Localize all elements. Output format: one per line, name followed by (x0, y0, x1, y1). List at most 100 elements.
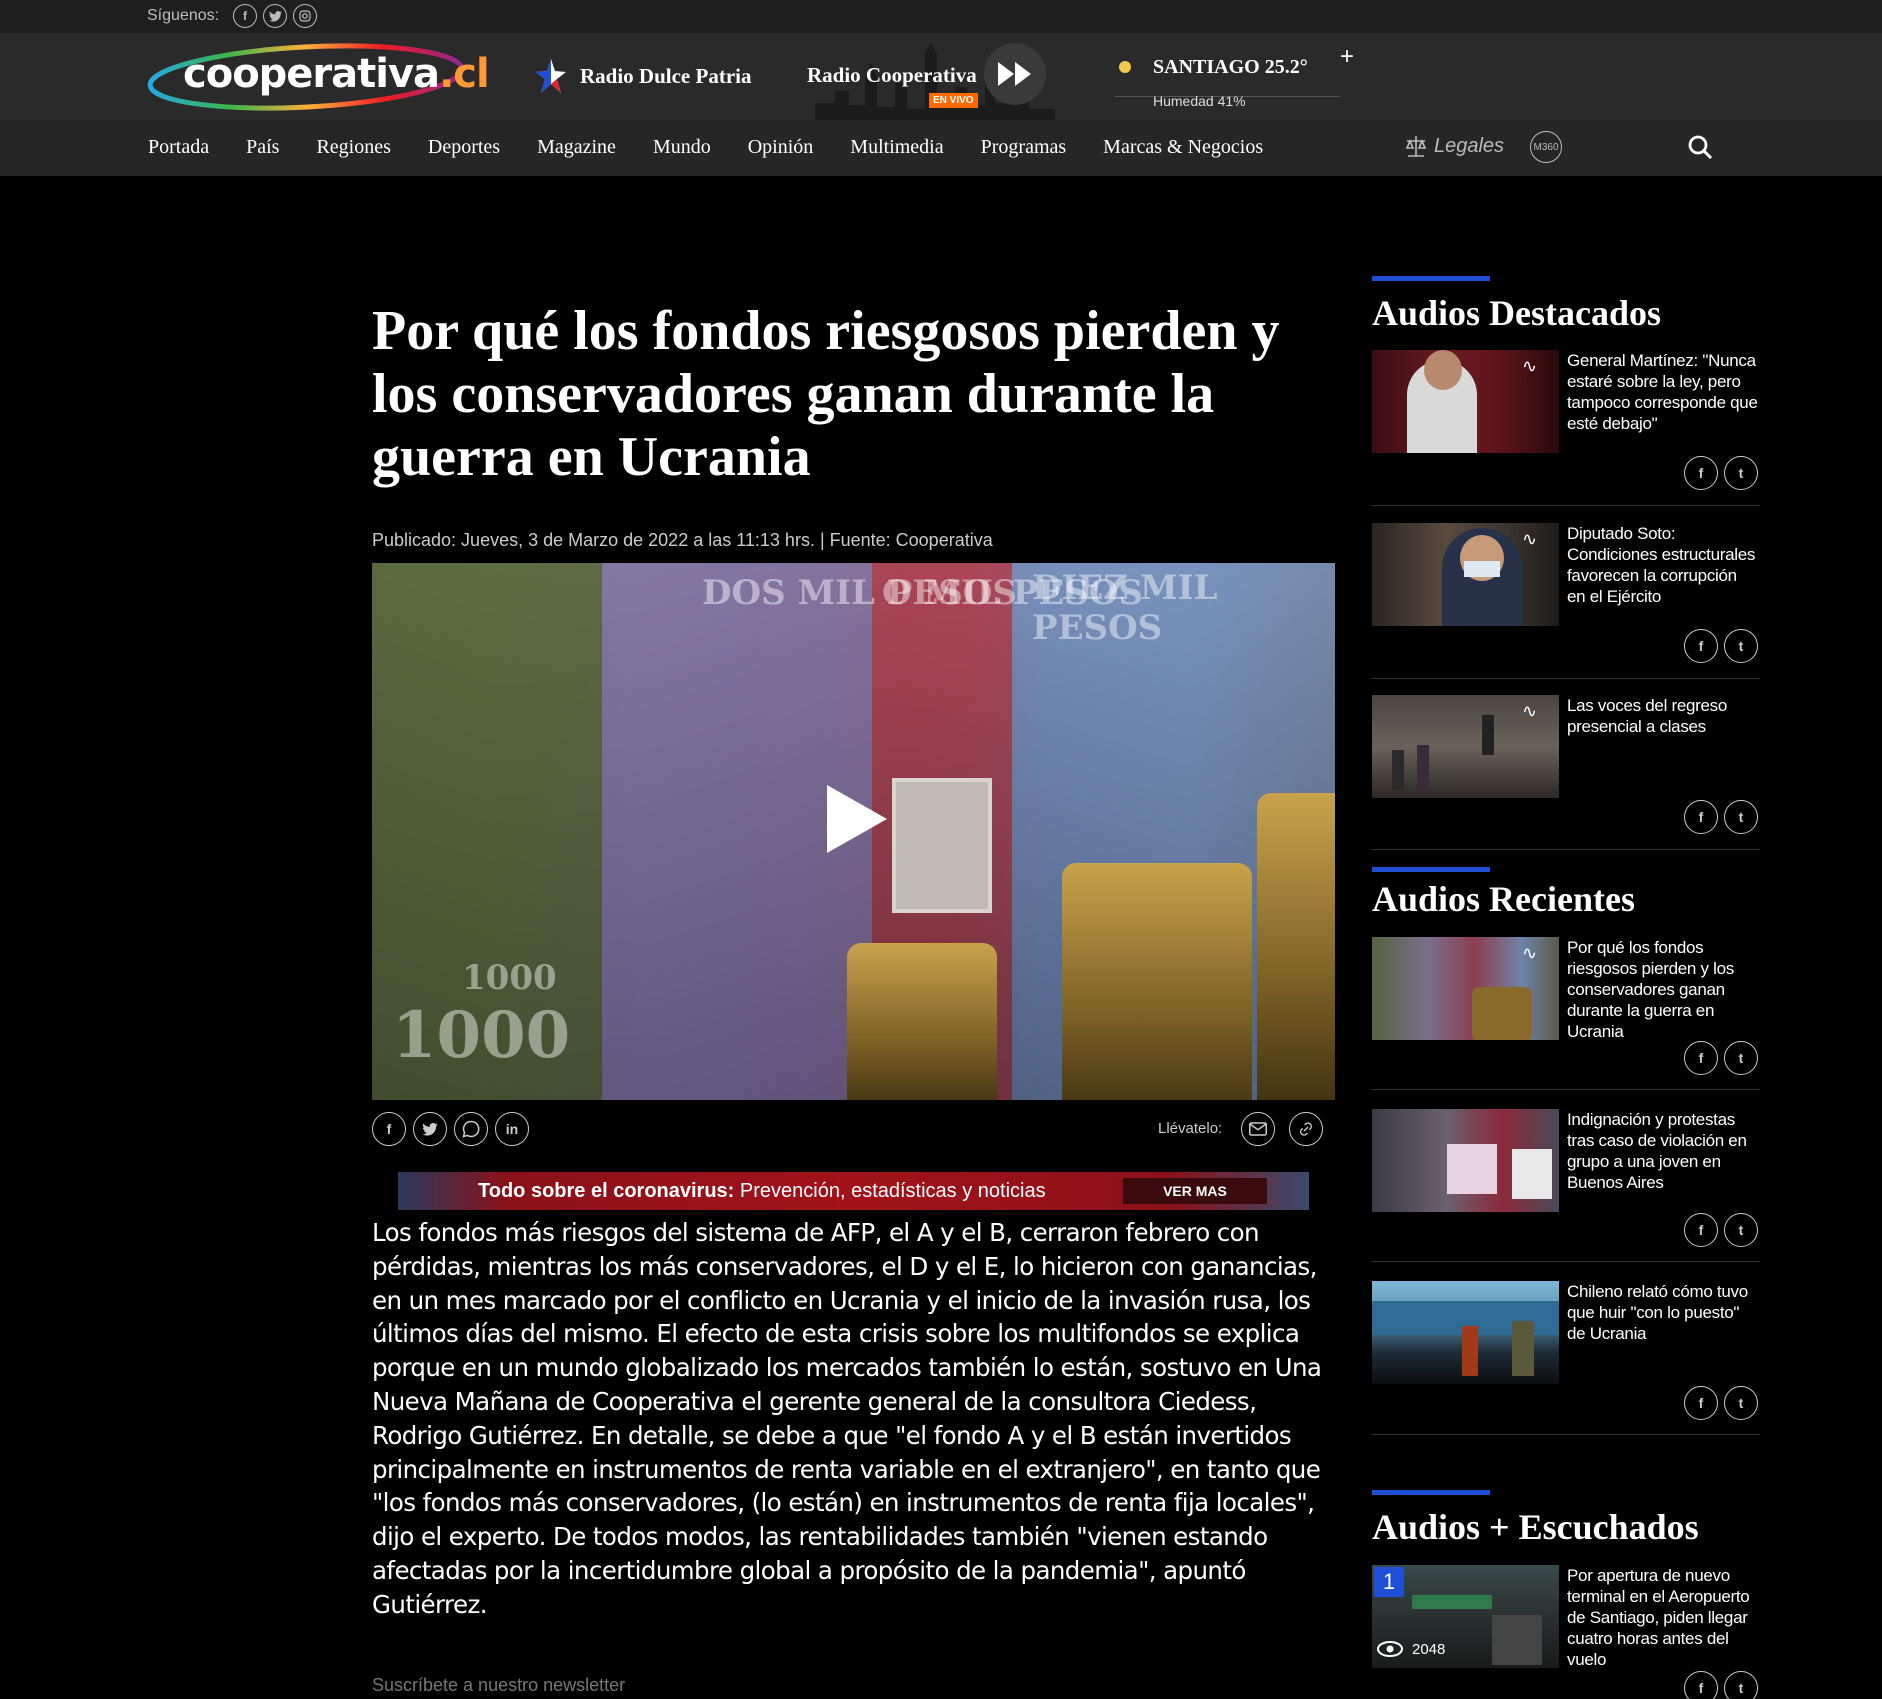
twitter-icon[interactable]: t (1724, 1041, 1758, 1075)
fast-forward-icon (998, 62, 1031, 86)
view-count: 2048 (1376, 1640, 1445, 1658)
article-share-row: f in Llévatelo: (372, 1112, 1335, 1148)
weather-city-temp: SANTIAGO 25.2° (1153, 56, 1308, 78)
follow-label: Síguenos: (147, 7, 220, 24)
article-video-player[interactable]: DOS MIL PESOS O MIL PESOS DIEZ MIL PESOS… (372, 563, 1335, 1100)
audio-item[interactable]: ∿ Por qué los fondos riesgosos pierden y… (1372, 937, 1760, 1090)
nav-item-pais[interactable]: País (246, 136, 279, 159)
instagram-icon[interactable] (293, 4, 317, 28)
facebook-icon[interactable]: f (1684, 1041, 1718, 1075)
twitter-icon[interactable]: t (1724, 1386, 1758, 1420)
audio-title[interactable]: Chileno relató cómo tuvo que huir "con l… (1567, 1281, 1759, 1344)
twitter-icon[interactable]: t (1724, 800, 1758, 834)
star-icon (536, 59, 566, 93)
audio-title[interactable]: Indignación y protestas tras caso de vio… (1567, 1109, 1759, 1193)
live-badge: EN VIVO (929, 93, 978, 108)
facebook-icon[interactable]: f (1684, 800, 1718, 834)
twitter-icon[interactable]: t (1724, 456, 1758, 490)
article-headline: Por qué los fondos riesgosos pierden y l… (372, 300, 1280, 488)
video-coin-stack (1257, 793, 1335, 1100)
search-button[interactable] (1687, 134, 1713, 165)
video-bill-portrait (892, 778, 992, 913)
audio-thumbnail (1372, 1281, 1559, 1384)
facebook-icon[interactable]: f (1684, 1213, 1718, 1247)
video-coin-stack (1062, 863, 1252, 1100)
newsletter-link[interactable]: Suscríbete a nuestro newsletter (372, 1675, 625, 1696)
audio-wave-icon: ∿ (1522, 943, 1538, 963)
weather-expand-button[interactable]: + (1340, 43, 1354, 71)
audio-item[interactable]: ∿ General Martínez: "Nunca estaré sobre … (1372, 350, 1760, 506)
legales-label: Legales (1434, 134, 1505, 157)
site-logo[interactable]: cooperativa.cl (183, 51, 490, 97)
site-header: cooperativa.cl Radio Dulce Patria Radio … (0, 33, 1882, 120)
main-nav: Portada País Regiones Deportes Magazine … (0, 120, 1882, 176)
top-bar: Síguenos: f (0, 0, 1882, 33)
twitter-icon[interactable] (413, 1112, 447, 1146)
legales-link[interactable]: Legales (1404, 134, 1504, 158)
audio-item[interactable]: ∿ Diputado Soto: Condiciones estructural… (1372, 523, 1760, 679)
audio-thumbnail (1372, 1109, 1559, 1212)
audio-item[interactable]: Chileno relató cómo tuvo que huir "con l… (1372, 1281, 1760, 1435)
twitter-icon[interactable]: t (1724, 1671, 1758, 1699)
radio-cooperativa-link[interactable]: Radio Cooperativa (807, 63, 977, 88)
rank-badge: 1 (1374, 1567, 1404, 1597)
audios-destacados-title: Audios Destacados (1372, 293, 1662, 333)
facebook-icon[interactable]: f (372, 1112, 406, 1146)
facebook-icon[interactable]: f (1684, 1671, 1718, 1699)
video-text-1000-small: 1000 (462, 958, 557, 998)
nav-item-multimedia[interactable]: Multimedia (850, 136, 943, 159)
eye-icon (1377, 1641, 1403, 1657)
nav-item-magazine[interactable]: Magazine (537, 136, 616, 159)
section-accent-bar (1372, 276, 1490, 281)
audio-title[interactable]: Diputado Soto: Condiciones estructurales… (1567, 523, 1759, 607)
video-play-icon[interactable] (827, 785, 887, 853)
article-body: Los fondos más riesgos del sistema de AF… (372, 1218, 1322, 1619)
email-icon[interactable] (1241, 1112, 1275, 1146)
video-coin-stack (847, 943, 997, 1100)
nav-item-opinion[interactable]: Opinión (748, 136, 814, 159)
m360-link[interactable]: M360 (1530, 131, 1562, 163)
audio-title[interactable]: Por apertura de nuevo terminal en el Aer… (1567, 1565, 1759, 1670)
nav-item-marcas-negocios[interactable]: Marcas & Negocios (1103, 136, 1263, 159)
link-icon[interactable] (1289, 1112, 1323, 1146)
nav-item-deportes[interactable]: Deportes (428, 136, 500, 159)
coronavirus-banner[interactable]: Todo sobre el coronavirus: Prevención, e… (398, 1172, 1309, 1210)
audio-wave-icon: ∿ (1522, 529, 1538, 549)
nav-item-regiones[interactable]: Regiones (316, 136, 390, 159)
linkedin-icon[interactable]: in (495, 1112, 529, 1146)
twitter-icon[interactable]: t (1724, 1213, 1758, 1247)
twitter-icon[interactable]: t (1724, 629, 1758, 663)
facebook-icon[interactable]: f (1684, 1386, 1718, 1420)
audios-escuchados-title: Audios + Escuchados (1372, 1507, 1699, 1547)
whatsapp-icon[interactable] (454, 1112, 488, 1146)
radio-dulce-patria-link[interactable]: Radio Dulce Patria (536, 59, 751, 93)
sun-icon (1119, 61, 1131, 73)
facebook-icon[interactable]: f (233, 4, 257, 28)
live-play-button[interactable] (984, 43, 1046, 105)
audio-item[interactable]: 1 2048 Por apertura de nuevo terminal en… (1372, 1565, 1760, 1699)
audio-item[interactable]: Indignación y protestas tras caso de vio… (1372, 1109, 1760, 1262)
nav-item-programas[interactable]: Programas (981, 136, 1067, 159)
facebook-icon[interactable]: f (1684, 456, 1718, 490)
section-accent-bar (1372, 1490, 1490, 1495)
nav-item-portada[interactable]: Portada (148, 136, 209, 159)
video-text-diez-mil: DIEZ MIL PESOS (1032, 568, 1218, 648)
twitter-icon[interactable] (263, 4, 287, 28)
audio-title[interactable]: General Martínez: "Nunca estaré sobre la… (1567, 350, 1759, 434)
video-text-1000-large: 1000 (392, 998, 571, 1073)
audio-title[interactable]: Las voces del regreso presencial a clase… (1567, 695, 1759, 737)
view-count-value: 2048 (1412, 1640, 1446, 1658)
weather-humidity: Humedad 41% (1153, 93, 1246, 109)
weather-widget: SANTIAGO 25.2° Humedad 41% (1115, 45, 1340, 109)
share-label: Llévatelo: (1158, 1120, 1223, 1137)
search-icon (1688, 135, 1713, 160)
audios-recientes-title: Audios Recientes (1372, 879, 1635, 918)
audio-wave-icon: ∿ (1522, 701, 1538, 721)
ver-mas-button[interactable]: VER MAS (1123, 1178, 1267, 1204)
audio-title[interactable]: Por qué los fondos riesgosos pierden y l… (1567, 937, 1759, 1042)
facebook-icon[interactable]: f (1684, 629, 1718, 663)
nav-item-mundo[interactable]: Mundo (653, 136, 711, 159)
audio-wave-icon: ∿ (1522, 356, 1538, 376)
radio-dulce-patria-label: Radio Dulce Patria (580, 63, 752, 88)
audio-item[interactable]: ∿ Las voces del regreso presencial a cla… (1372, 695, 1760, 850)
